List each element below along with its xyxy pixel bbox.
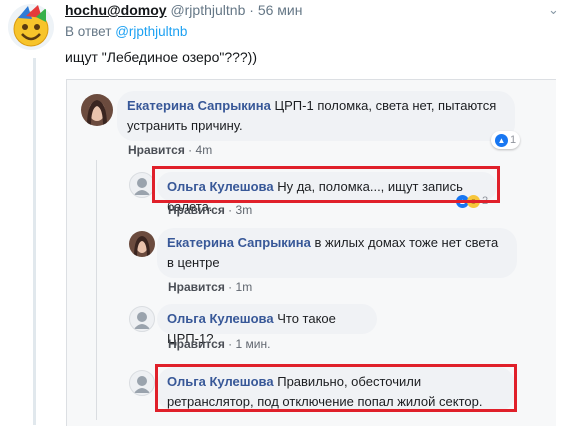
reply-context: В ответ @rjpthjultnb bbox=[65, 24, 187, 39]
avatar[interactable] bbox=[129, 370, 155, 396]
profile-photo-icon bbox=[129, 231, 155, 257]
avatar[interactable] bbox=[8, 4, 54, 50]
profile-photo-icon bbox=[134, 312, 150, 329]
comment-time[interactable]: 4m bbox=[196, 143, 213, 157]
comment-author[interactable]: Екатерина Сапрыкина bbox=[127, 98, 271, 113]
profile-photo-icon bbox=[81, 94, 113, 126]
avatar[interactable] bbox=[129, 231, 155, 257]
comment-author[interactable]: Екатерина Сапрыкина bbox=[167, 235, 311, 250]
like-reaction-icon: ▲ bbox=[495, 133, 508, 147]
highlight-box bbox=[152, 166, 500, 203]
reaction-number: 1 bbox=[510, 134, 517, 146]
comment-time[interactable]: 1m bbox=[236, 280, 253, 294]
display-name[interactable]: hochu@domoy bbox=[65, 2, 167, 18]
like-link[interactable]: Нравится bbox=[168, 203, 225, 217]
comments-screenshot: Екатерина Сапрыкина ЦРП-1 поломка, света… bbox=[66, 79, 556, 426]
profile-photo-icon bbox=[134, 376, 150, 393]
comment-time[interactable]: 1 мин. bbox=[236, 337, 271, 351]
profile-photo-icon bbox=[134, 178, 150, 195]
thread-line bbox=[33, 58, 36, 425]
comment-bubble: Екатерина Сапрыкина в жилых домах тоже н… bbox=[157, 228, 517, 278]
like-link[interactable]: Нравится bbox=[128, 143, 185, 157]
reply-to-link[interactable]: @rjpthjultnb bbox=[115, 24, 187, 39]
comment-actions: Нравится · 3m bbox=[168, 203, 252, 217]
comment-actions: Нравится · 1m bbox=[168, 280, 252, 294]
tweet-header: hochu@domoy @rjpthjultnb · 56 мин bbox=[65, 2, 302, 18]
comment-bubble: Екатерина Сапрыкина ЦРП-1 поломка, света… bbox=[117, 91, 515, 141]
comment-author[interactable]: Ольга Кулешова bbox=[167, 311, 274, 326]
emoji-avatar-icon bbox=[8, 4, 54, 50]
tweet-text: ищут "Лебединое озеро"???)) bbox=[65, 49, 258, 65]
chevron-down-icon[interactable]: ⌄ bbox=[548, 2, 559, 18]
comment-actions: Нравится · 1 мин. bbox=[168, 337, 270, 351]
meta-dot: · bbox=[228, 280, 233, 294]
avatar[interactable] bbox=[81, 94, 113, 126]
tweet-time[interactable]: 56 мин bbox=[258, 2, 303, 18]
meta-dot: · bbox=[188, 143, 193, 157]
avatar[interactable] bbox=[129, 306, 155, 332]
comment-actions: Нравится · 4m bbox=[128, 143, 212, 157]
meta-dot: · bbox=[228, 203, 233, 217]
comment-bubble: Ольга Кулешова Что такое ЦРП-1? bbox=[157, 304, 377, 346]
reply-thread-line bbox=[96, 160, 97, 420]
highlight-box bbox=[155, 364, 517, 412]
reply-prefix: В ответ bbox=[65, 24, 112, 39]
like-link[interactable]: Нравится bbox=[168, 280, 225, 294]
like-link[interactable]: Нравится bbox=[168, 337, 225, 351]
separator: · bbox=[249, 2, 254, 18]
reaction-count[interactable]: ▲ 1 bbox=[491, 131, 521, 149]
handle[interactable]: @rjpthjultnb bbox=[170, 2, 245, 18]
comment-time[interactable]: 3m bbox=[236, 203, 253, 217]
meta-dot: · bbox=[228, 337, 233, 351]
